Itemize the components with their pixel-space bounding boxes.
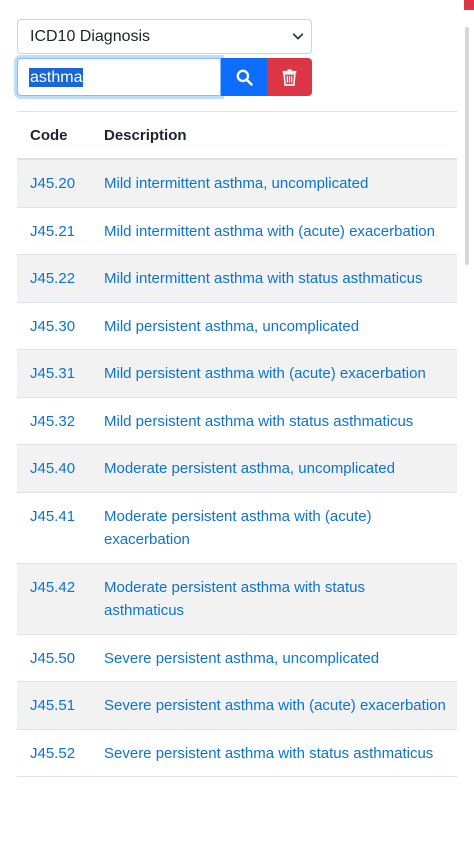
row-code-link[interactable]: J45.20 (17, 160, 104, 207)
table-header: Code Description (17, 112, 457, 160)
row-description-link[interactable]: Moderate persistent asthma with status a… (104, 564, 457, 634)
search-row: asthma (17, 58, 312, 96)
search-icon (236, 69, 253, 86)
row-description-link[interactable]: Mild persistent asthma with status asthm… (104, 398, 457, 445)
row-description-link[interactable]: Mild intermittent asthma, uncomplicated (104, 160, 457, 207)
row-description-link[interactable]: Moderate persistent asthma, uncomplicate… (104, 445, 457, 492)
row-code-link[interactable]: J45.41 (17, 493, 104, 563)
row-description-link[interactable]: Severe persistent asthma with (acute) ex… (104, 682, 457, 729)
row-code-link[interactable]: J45.32 (17, 398, 104, 445)
row-code-link[interactable]: J45.22 (17, 255, 104, 302)
row-description-link[interactable]: Severe persistent asthma, uncomplicated (104, 635, 457, 682)
table-row[interactable]: J45.42 Moderate persistent asthma with s… (17, 563, 457, 635)
table-row[interactable]: J45.40 Moderate persistent asthma, uncom… (17, 445, 457, 493)
table-row[interactable]: J45.51 Severe persistent asthma with (ac… (17, 682, 457, 730)
row-description-link[interactable]: Mild intermittent asthma with status ast… (104, 255, 457, 302)
row-code-link[interactable]: J45.31 (17, 350, 104, 397)
row-description-link[interactable]: Severe persistent asthma with status ast… (104, 730, 457, 777)
table-row[interactable]: J45.31 Mild persistent asthma with (acut… (17, 350, 457, 398)
search-input[interactable]: asthma (17, 58, 221, 96)
code-type-select[interactable]: ICD10 Diagnosis (17, 19, 312, 54)
corner-close-mark[interactable] (464, 0, 474, 10)
row-code-link[interactable]: J45.21 (17, 208, 104, 255)
results-table: Code Description J45.20 Mild intermitten… (17, 111, 457, 777)
chevron-down-icon (292, 33, 304, 40)
search-button[interactable] (221, 58, 267, 96)
row-description-link[interactable]: Mild intermittent asthma with (acute) ex… (104, 208, 457, 255)
table-row[interactable]: J45.20 Mild intermittent asthma, uncompl… (17, 160, 457, 208)
row-code-link[interactable]: J45.40 (17, 445, 104, 492)
table-row[interactable]: J45.30 Mild persistent asthma, uncomplic… (17, 303, 457, 350)
row-code-link[interactable]: J45.50 (17, 635, 104, 682)
table-row[interactable]: J45.21 Mild intermittent asthma with (ac… (17, 208, 457, 255)
table-row[interactable]: J45.50 Severe persistent asthma, uncompl… (17, 635, 457, 682)
row-description-link[interactable]: Mild persistent asthma, uncomplicated (104, 303, 457, 350)
row-description-link[interactable]: Mild persistent asthma with (acute) exac… (104, 350, 457, 397)
row-description-link[interactable]: Moderate persistent asthma with (acute) … (104, 493, 457, 563)
code-type-select-value: ICD10 Diagnosis (30, 27, 151, 45)
table-row[interactable]: J45.22 Mild intermittent asthma with sta… (17, 255, 457, 303)
table-row[interactable]: J45.52 Severe persistent asthma with sta… (17, 730, 457, 777)
row-code-link[interactable]: J45.51 (17, 682, 104, 729)
row-code-link[interactable]: J45.30 (17, 303, 104, 350)
row-code-link[interactable]: J45.52 (17, 730, 104, 777)
search-input-value: asthma (29, 67, 84, 87)
header-description: Description (104, 126, 187, 144)
delete-button[interactable] (267, 58, 312, 96)
trash-icon (282, 68, 297, 86)
row-code-link[interactable]: J45.42 (17, 564, 104, 634)
scrollbar-thumb[interactable] (465, 27, 469, 265)
table-row[interactable]: J45.41 Moderate persistent asthma with (… (17, 493, 457, 564)
header-code: Code (30, 126, 68, 144)
table-row[interactable]: J45.32 Mild persistent asthma with statu… (17, 398, 457, 445)
